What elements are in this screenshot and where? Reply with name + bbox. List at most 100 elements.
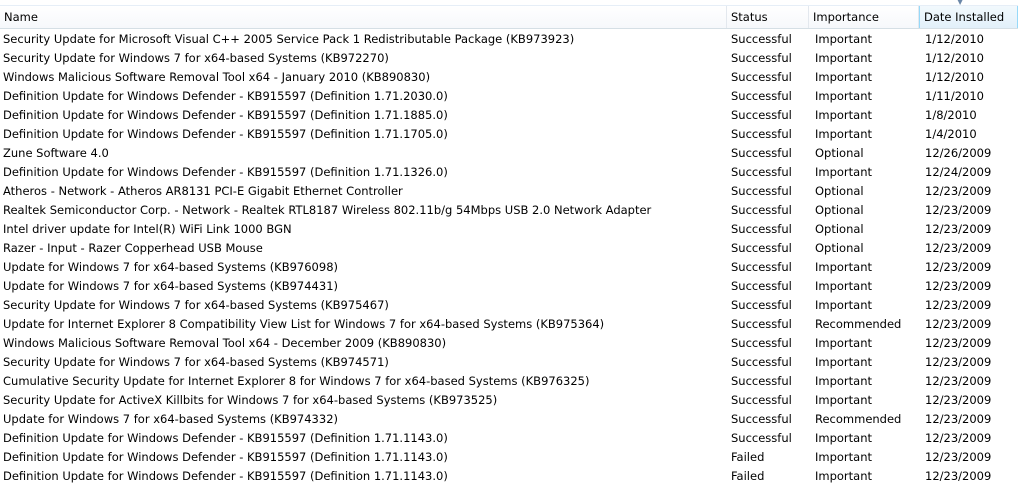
- update-name: Definition Update for Windows Defender -…: [3, 469, 448, 483]
- update-status: Successful: [731, 32, 792, 46]
- update-name: Atheros - Network - Atheros AR8131 PCI-E…: [3, 184, 403, 198]
- update-date-installed: 12/23/2009: [925, 184, 992, 198]
- update-date-installed: 12/23/2009: [925, 317, 992, 331]
- update-status: Successful: [731, 355, 792, 369]
- update-date-installed: 1/12/2010: [925, 32, 984, 46]
- update-name: Definition Update for Windows Defender -…: [3, 450, 448, 464]
- update-status: Successful: [731, 260, 792, 274]
- update-name: Update for Windows 7 for x64-based Syste…: [3, 412, 338, 426]
- update-importance: Important: [815, 431, 873, 445]
- update-name: Definition Update for Windows Defender -…: [3, 165, 448, 179]
- update-name: Security Update for ActiveX Killbits for…: [3, 393, 498, 407]
- update-status: Successful: [731, 203, 792, 217]
- update-importance: Recommended: [815, 412, 902, 426]
- update-name: Update for Windows 7 for x64-based Syste…: [3, 260, 338, 274]
- update-date-installed: 1/8/2010: [925, 108, 977, 122]
- update-status: Successful: [731, 89, 792, 103]
- update-date-installed: 12/23/2009: [925, 355, 992, 369]
- update-name: Update for Windows 7 for x64-based Syste…: [3, 279, 338, 293]
- update-status: Successful: [731, 279, 792, 293]
- update-importance: Recommended: [815, 317, 902, 331]
- column-header-importance[interactable]: Importance: [809, 6, 919, 28]
- update-date-installed: 1/12/2010: [925, 70, 984, 84]
- update-row[interactable]: Intel driver update for Intel(R) WiFi Li…: [0, 220, 1018, 239]
- update-date-installed: 12/23/2009: [925, 298, 992, 312]
- update-row[interactable]: Definition Update for Windows Defender -…: [0, 106, 1018, 125]
- update-row[interactable]: Definition Update for Windows Defender -…: [0, 163, 1018, 182]
- update-date-installed: 1/12/2010: [925, 51, 984, 65]
- update-name: Zune Software 4.0: [3, 146, 109, 160]
- column-header-status-label: Status: [731, 10, 768, 24]
- update-name: Security Update for Windows 7 for x64-ba…: [3, 51, 389, 65]
- update-row[interactable]: Update for Windows 7 for x64-based Syste…: [0, 277, 1018, 296]
- update-status: Successful: [731, 222, 792, 236]
- column-header-status[interactable]: Status: [727, 6, 809, 28]
- update-status: Successful: [731, 127, 792, 141]
- update-importance: Important: [815, 393, 873, 407]
- column-header-name[interactable]: Name: [0, 6, 727, 28]
- update-row[interactable]: Razer - Input - Razer Copperhead USB Mou…: [0, 239, 1018, 258]
- column-header-date-installed[interactable]: ▼ Date Installed: [919, 0, 1018, 28]
- update-row[interactable]: Atheros - Network - Atheros AR8131 PCI-E…: [0, 182, 1018, 201]
- update-date-installed: 12/26/2009: [925, 146, 992, 160]
- update-status: Successful: [731, 336, 792, 350]
- update-importance: Optional: [815, 222, 864, 236]
- update-date-installed: 12/23/2009: [925, 279, 992, 293]
- update-status: Successful: [731, 108, 792, 122]
- update-row[interactable]: Update for Windows 7 for x64-based Syste…: [0, 258, 1018, 277]
- update-name: Security Update for Windows 7 for x64-ba…: [3, 298, 389, 312]
- update-status: Successful: [731, 412, 792, 426]
- update-name: Windows Malicious Software Removal Tool …: [3, 336, 447, 350]
- update-row[interactable]: Definition Update for Windows Defender -…: [0, 467, 1018, 486]
- update-row[interactable]: Windows Malicious Software Removal Tool …: [0, 68, 1018, 87]
- update-date-installed: 12/23/2009: [925, 393, 992, 407]
- update-row[interactable]: Security Update for Windows 7 for x64-ba…: [0, 353, 1018, 372]
- update-name: Windows Malicious Software Removal Tool …: [3, 70, 431, 84]
- update-date-installed: 12/24/2009: [925, 165, 992, 179]
- update-row[interactable]: Security Update for ActiveX Killbits for…: [0, 391, 1018, 410]
- update-date-installed: 12/23/2009: [925, 469, 992, 483]
- update-status: Failed: [731, 469, 765, 483]
- update-importance: Important: [815, 127, 873, 141]
- update-importance: Important: [815, 298, 873, 312]
- update-row[interactable]: Security Update for Windows 7 for x64-ba…: [0, 296, 1018, 315]
- update-row[interactable]: Definition Update for Windows Defender -…: [0, 429, 1018, 448]
- update-importance: Optional: [815, 241, 864, 255]
- update-history-window: Name Status Importance ▼ Date Installed …: [0, 0, 1018, 498]
- update-date-installed: 1/4/2010: [925, 127, 977, 141]
- update-importance: Important: [815, 51, 873, 65]
- update-date-installed: 12/23/2009: [925, 260, 992, 274]
- update-status: Successful: [731, 241, 792, 255]
- update-date-installed: 12/23/2009: [925, 412, 992, 426]
- column-header-importance-label: Importance: [813, 10, 879, 24]
- update-status: Successful: [731, 393, 792, 407]
- column-header-row: Name Status Importance ▼ Date Installed: [0, 0, 1018, 29]
- update-status: Successful: [731, 184, 792, 198]
- update-row[interactable]: Zune Software 4.0 Successful Optional 12/26…: [0, 144, 1018, 163]
- update-status: Successful: [731, 51, 792, 65]
- update-status: Successful: [731, 317, 792, 331]
- update-importance: Important: [815, 89, 873, 103]
- update-importance: Optional: [815, 184, 864, 198]
- update-name: Razer - Input - Razer Copperhead USB Mou…: [3, 241, 263, 255]
- column-header-name-label: Name: [4, 10, 38, 24]
- update-importance: Important: [815, 70, 873, 84]
- update-name: Security Update for Microsoft Visual C++…: [3, 32, 575, 46]
- update-importance: Important: [815, 336, 873, 350]
- update-row[interactable]: Security Update for Windows 7 for x64-ba…: [0, 49, 1018, 68]
- update-row[interactable]: Definition Update for Windows Defender -…: [0, 448, 1018, 467]
- update-importance: Important: [815, 108, 873, 122]
- update-row[interactable]: Definition Update for Windows Defender -…: [0, 87, 1018, 106]
- update-row[interactable]: Update for Internet Explorer 8 Compatibi…: [0, 315, 1018, 334]
- update-row[interactable]: Update for Windows 7 for x64-based Syste…: [0, 410, 1018, 429]
- update-row[interactable]: Security Update for Microsoft Visual C++…: [0, 30, 1018, 49]
- update-list: Security Update for Microsoft Visual C++…: [0, 30, 1018, 486]
- update-status: Failed: [731, 450, 765, 464]
- update-row[interactable]: Definition Update for Windows Defender -…: [0, 125, 1018, 144]
- update-date-installed: 12/23/2009: [925, 374, 992, 388]
- update-date-installed: 12/23/2009: [925, 336, 992, 350]
- update-status: Successful: [731, 431, 792, 445]
- update-row[interactable]: Cumulative Security Update for Internet …: [0, 372, 1018, 391]
- update-row[interactable]: Windows Malicious Software Removal Tool …: [0, 334, 1018, 353]
- update-row[interactable]: Realtek Semiconductor Corp. - Network - …: [0, 201, 1018, 220]
